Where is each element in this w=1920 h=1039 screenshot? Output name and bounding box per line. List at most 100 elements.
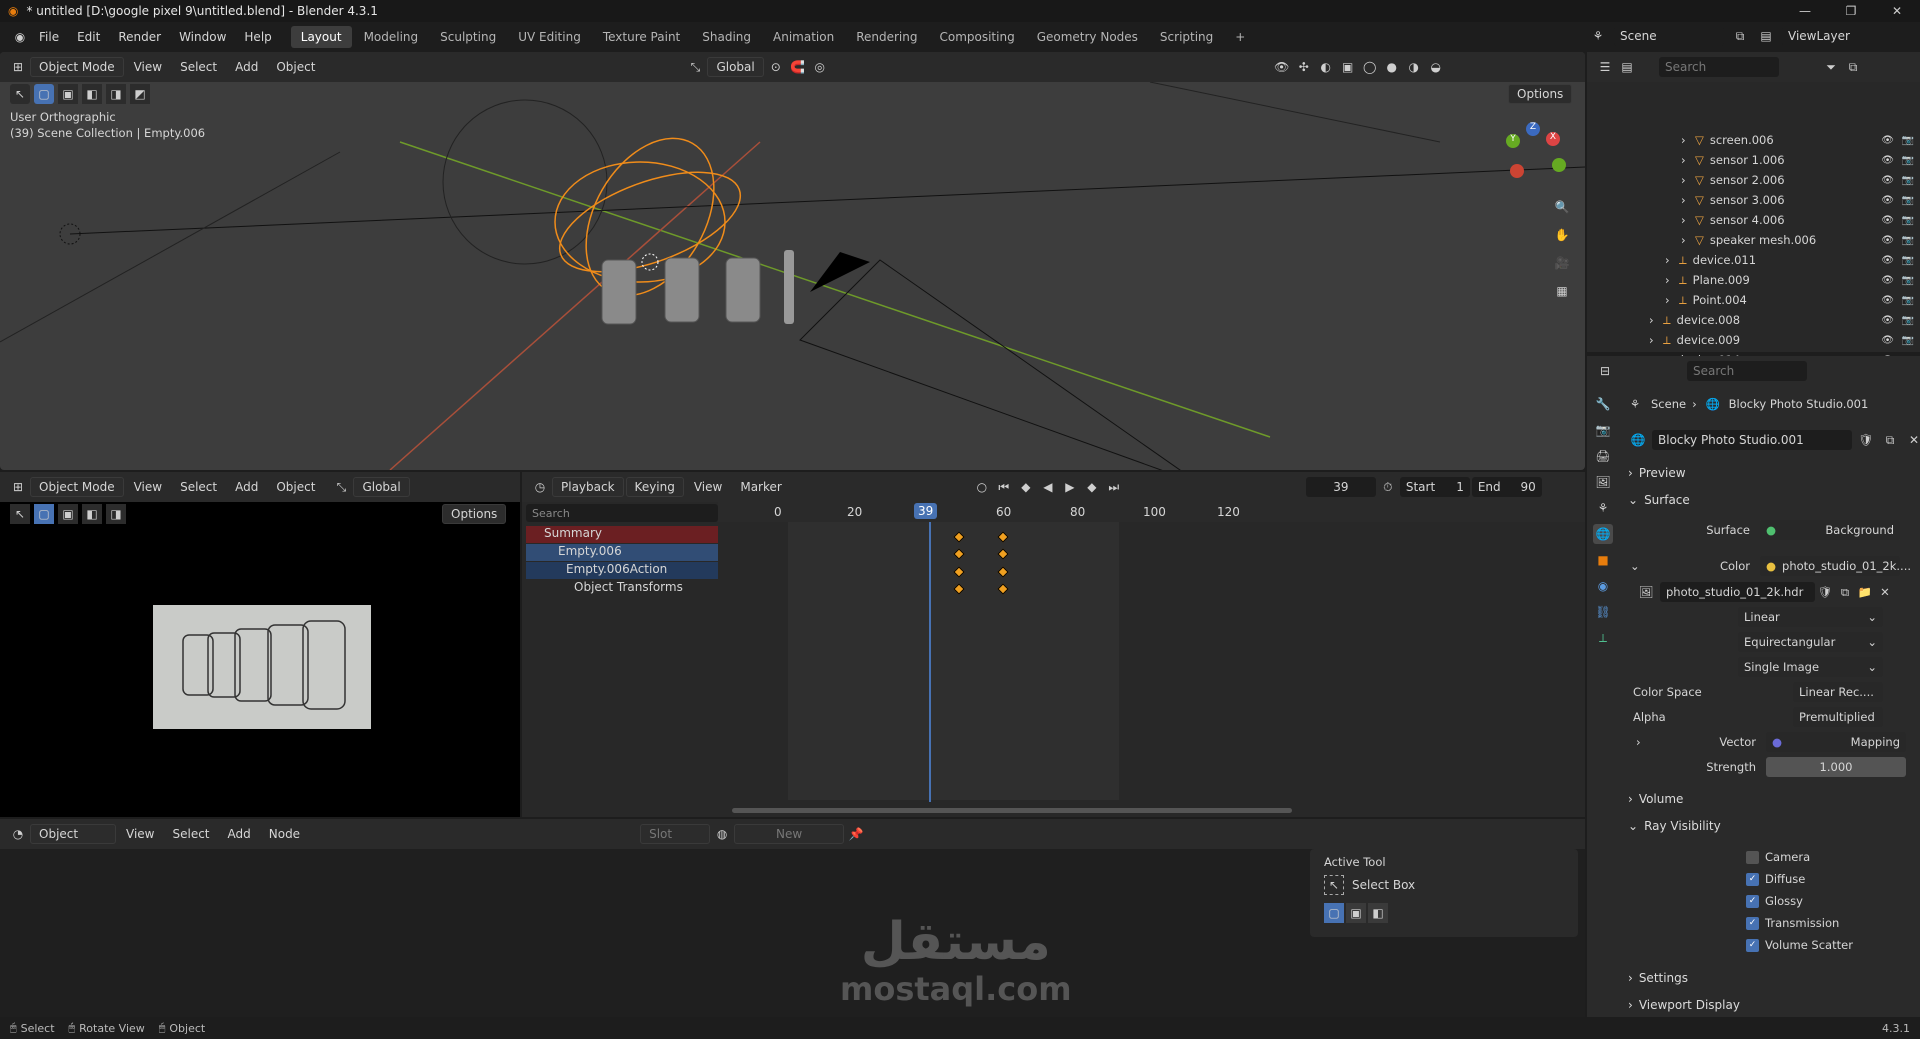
menu-window[interactable]: Window bbox=[170, 30, 235, 44]
pin-icon[interactable]: 📌 bbox=[846, 824, 866, 844]
record-icon[interactable]: ○ bbox=[972, 477, 992, 497]
outliner-row[interactable]: › ▽ speaker mesh.006 👁 📷 bbox=[1587, 230, 1920, 250]
workspace-tab-texture-paint[interactable]: Texture Paint bbox=[593, 26, 690, 48]
play-reverse-icon[interactable]: ◀ bbox=[1038, 477, 1058, 497]
ray-visibility-option[interactable]: ✓ Transmission bbox=[1746, 912, 1906, 934]
gizmo-z-icon[interactable]: Z bbox=[1526, 122, 1540, 136]
editor-type-icon[interactable]: ◔ bbox=[8, 824, 28, 844]
chevron-right-icon[interactable]: › bbox=[1665, 293, 1679, 307]
viewport-display-section-header[interactable]: › Viewport Display bbox=[1628, 993, 1911, 1017]
gizmo-neg-y-icon[interactable] bbox=[1552, 158, 1566, 172]
visibility-eye-icon[interactable]: 👁 bbox=[1881, 335, 1894, 346]
select-subtract-icon[interactable]: ◧ bbox=[82, 504, 102, 524]
node-editor[interactable]: ◔ Object View Select Add Node Slot ◍ New… bbox=[0, 819, 1585, 1017]
menu-edit[interactable]: Edit bbox=[68, 30, 109, 44]
timeline-scrollbar[interactable] bbox=[732, 808, 1292, 813]
scene-tab-icon[interactable]: ⚘ bbox=[1593, 498, 1613, 518]
camera-view-icon[interactable]: 🎥 bbox=[1552, 253, 1572, 273]
material-shading-icon[interactable]: ◑ bbox=[1404, 57, 1424, 77]
visibility-eye-icon[interactable]: 👁 bbox=[1881, 275, 1894, 286]
node-menu-add[interactable]: Add bbox=[220, 824, 259, 844]
select-subtract-icon[interactable]: ◧ bbox=[1368, 903, 1388, 923]
outliner-row[interactable]: › ▽ sensor 4.006 👁 📷 bbox=[1587, 210, 1920, 230]
solid-shading-icon[interactable]: ● bbox=[1382, 57, 1402, 77]
overlay-icon[interactable]: ◐ bbox=[1316, 57, 1336, 77]
zoom-icon[interactable]: 🔍 bbox=[1552, 197, 1572, 217]
chevron-right-icon[interactable]: › bbox=[1681, 173, 1695, 187]
visibility-eye-icon[interactable]: 👁 bbox=[1881, 255, 1894, 266]
outliner-row[interactable]: › ⟂ Plane.009 👁 📷 bbox=[1587, 270, 1920, 290]
gizmo-icon[interactable]: ✣ bbox=[1294, 57, 1314, 77]
ray-visibility-option[interactable]: ✓ Glossy bbox=[1746, 890, 1906, 912]
ray-visibility-section-header[interactable]: ⌄ Ray Visibility bbox=[1628, 814, 1911, 838]
minimize-button[interactable]: — bbox=[1782, 0, 1828, 22]
transform-orientation-dropdown[interactable]: Global bbox=[353, 477, 410, 497]
outliner[interactable]: ☰ ▤ Search ⏷ ⧉ › ▽ screen.006 👁 📷 › ▽ sensor 1.… bbox=[1587, 52, 1920, 407]
color-input-dropdown[interactable]: ● photo_studio_01_2k.... bbox=[1760, 556, 1911, 576]
maximize-button[interactable]: ❐ bbox=[1828, 0, 1874, 22]
unlink-icon[interactable]: ✕ bbox=[1875, 582, 1895, 602]
frame-ruler[interactable]: 0 20 39 60 80 100 120 bbox=[718, 502, 1585, 522]
timeline-menu-view[interactable]: View bbox=[686, 477, 730, 497]
duplicate-icon[interactable]: ⧉ bbox=[1880, 430, 1900, 450]
menu-help[interactable]: Help bbox=[235, 30, 280, 44]
chevron-right-icon[interactable]: › bbox=[1681, 193, 1695, 207]
visibility-eye-icon[interactable]: 👁 bbox=[1881, 235, 1894, 246]
next-keyframe-icon[interactable]: ◆ bbox=[1082, 477, 1102, 497]
color-space-dropdown[interactable]: Linear Rec.... bbox=[1793, 682, 1883, 702]
image-browse-icon[interactable]: 🖼 bbox=[1636, 582, 1656, 602]
render-visibility-icon[interactable]: 📷 bbox=[1902, 155, 1914, 166]
camera-menu-select[interactable]: Select bbox=[172, 477, 225, 497]
visibility-eye-icon[interactable]: 👁 bbox=[1881, 155, 1894, 166]
viewport-menu-object[interactable]: Object bbox=[268, 57, 323, 77]
new-scene-icon[interactable]: ⧉ bbox=[1730, 26, 1750, 46]
data-tab-icon[interactable]: ⟂ bbox=[1593, 628, 1613, 648]
active-tool-header[interactable]: Active Tool bbox=[1310, 849, 1578, 875]
camera-menu-view[interactable]: View bbox=[126, 477, 170, 497]
editor-type-icon[interactable]: ⊞ bbox=[8, 477, 28, 497]
properties-search-input[interactable]: Search bbox=[1687, 361, 1807, 381]
chevron-right-icon[interactable]: › bbox=[1681, 133, 1695, 147]
rendered-shading-icon[interactable]: ◒ bbox=[1426, 57, 1446, 77]
checkbox[interactable]: ✓ bbox=[1746, 872, 1759, 886]
workspace-tab-uv-editing[interactable]: UV Editing bbox=[508, 26, 591, 48]
world-name-field[interactable]: Blocky Photo Studio.001 bbox=[1652, 430, 1852, 450]
slot-dropdown[interactable]: Slot bbox=[640, 824, 711, 844]
outliner-row[interactable]: › ⟂ device.008 👁 📷 bbox=[1587, 310, 1920, 330]
outliner-row[interactable]: › ▽ sensor 1.006 👁 📷 bbox=[1587, 150, 1920, 170]
menu-file[interactable]: File bbox=[30, 30, 68, 44]
blender-menu-icon[interactable]: ◉ bbox=[10, 27, 30, 47]
playback-menu[interactable]: Playback bbox=[552, 477, 624, 497]
start-frame-field[interactable]: Start 1 bbox=[1399, 477, 1470, 497]
source-dropdown[interactable]: Single Image ⌄ bbox=[1738, 657, 1883, 677]
surface-section-header[interactable]: ⌄ Surface bbox=[1628, 488, 1911, 512]
render-visibility-icon[interactable]: 📷 bbox=[1902, 335, 1914, 346]
keying-menu[interactable]: Keying bbox=[625, 477, 684, 497]
image-name-field[interactable]: photo_studio_01_2k.hdr bbox=[1660, 582, 1815, 602]
render-visibility-icon[interactable]: 📷 bbox=[1902, 295, 1914, 306]
workspace-tab-animation[interactable]: Animation bbox=[763, 26, 844, 48]
camera-menu-object[interactable]: Object bbox=[268, 477, 323, 497]
render-tab-icon[interactable]: 📷 bbox=[1593, 420, 1613, 440]
outliner-row[interactable]: › ⟂ device.009 👁 📷 bbox=[1587, 330, 1920, 350]
workspace-tab-geometry-nodes[interactable]: Geometry Nodes bbox=[1027, 26, 1148, 48]
tool-tab-icon[interactable]: 🔧 bbox=[1593, 394, 1613, 414]
strength-slider[interactable]: 1.000 bbox=[1766, 757, 1906, 777]
visibility-eye-icon[interactable]: 👁 bbox=[1881, 215, 1894, 226]
physics-tab-icon[interactable]: ◉ bbox=[1593, 576, 1613, 596]
camera-options-dropdown[interactable]: Options bbox=[442, 504, 507, 524]
preview-section-header[interactable]: › Preview bbox=[1628, 461, 1911, 485]
camera-viewport[interactable]: ⊞ Object Mode View Select Add Object ⤡ G… bbox=[0, 472, 520, 817]
outliner-row[interactable]: › ⟂ Point.004 👁 📷 bbox=[1587, 290, 1920, 310]
current-frame-field[interactable]: 39 bbox=[1305, 477, 1376, 497]
camera-menu-add[interactable]: Add bbox=[227, 477, 266, 497]
chevron-right-icon[interactable]: › bbox=[1665, 273, 1679, 287]
object-mode-dropdown[interactable]: Object Mode bbox=[30, 477, 124, 497]
select-extend-icon[interactable]: ▣ bbox=[58, 504, 78, 524]
pan-hand-icon[interactable]: ✋ bbox=[1552, 225, 1572, 245]
close-button[interactable]: ✕ bbox=[1874, 0, 1920, 22]
visibility-icon[interactable]: 👁 bbox=[1272, 57, 1292, 77]
editor-type-icon[interactable]: ◷ bbox=[530, 477, 550, 497]
checkbox[interactable]: ✓ bbox=[1746, 894, 1759, 908]
clock-icon[interactable]: ⏱ bbox=[1378, 477, 1398, 497]
